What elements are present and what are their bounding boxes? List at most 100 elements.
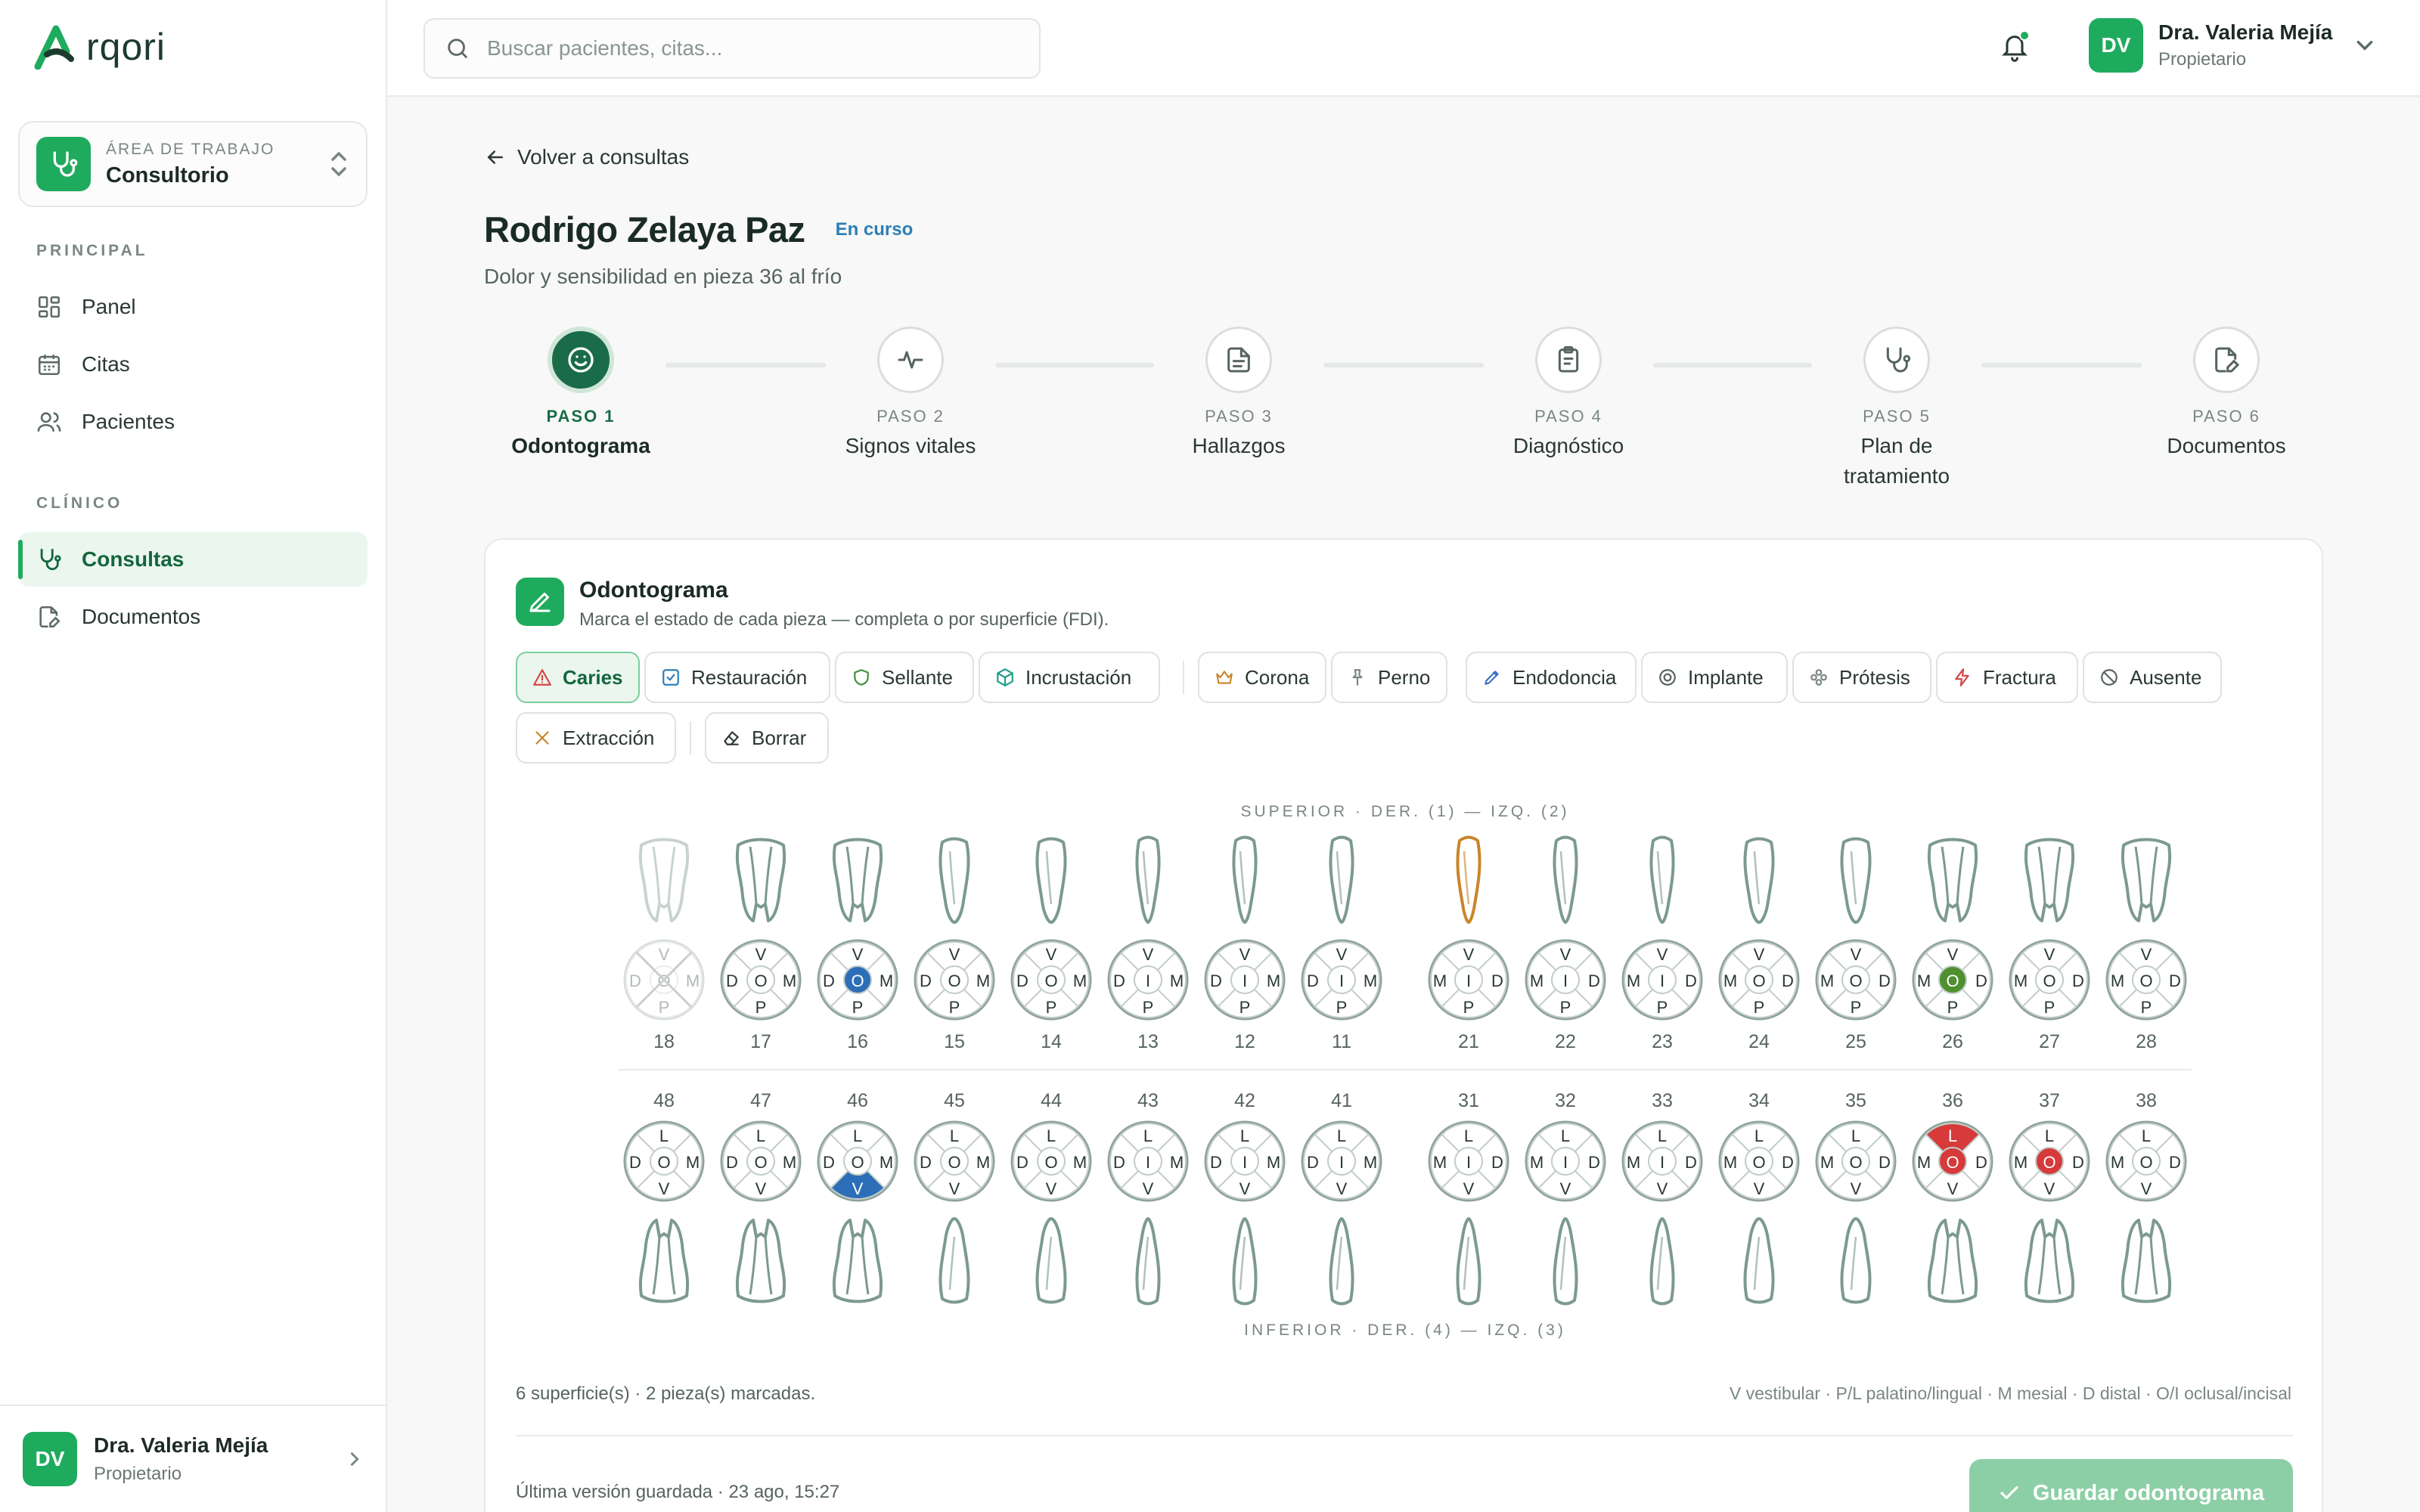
tooth-16-surfaces[interactable]: VD O MP (817, 939, 898, 1021)
surface-label: P (2044, 998, 2055, 1017)
tooth-11-surfaces[interactable]: VD I MP (1301, 939, 1382, 1021)
tooth-41-surfaces[interactable]: LD I MV (1301, 1120, 1382, 1202)
sidebar-item-label: Pacientes (82, 410, 175, 433)
tooth-44-surfaces[interactable]: LD O MV (1010, 1120, 1092, 1202)
surface-label: O (2043, 1153, 2055, 1172)
tooth-33-surfaces[interactable]: LM I DV (1621, 1120, 1703, 1202)
odontogram-chart: VDOMP18VDOMP17VDOMP16VDOMP15VDOMP14VDIMP… (623, 835, 2187, 1306)
tooth-13-surfaces[interactable]: VD I MP (1107, 939, 1189, 1021)
tooth-22-icon (1553, 835, 1578, 924)
tooth-number: 37 (2039, 1090, 2060, 1111)
surface-label: D (2169, 1153, 2181, 1172)
tooth-15-surfaces[interactable]: VD O MP (914, 939, 995, 1021)
surface-label: I (1660, 971, 1665, 990)
tooth-31-surfaces[interactable]: LM I DV (1428, 1120, 1509, 1202)
step-signos-vitales[interactable]: PASO 2 Signos vitales (797, 327, 1024, 461)
tooth-42-surfaces[interactable]: LD I MV (1204, 1120, 1286, 1202)
tooth-45-surfaces[interactable]: LD O MV (914, 1120, 995, 1202)
sidebar-item-panel[interactable]: Panel (18, 280, 368, 334)
tooth-34-surfaces[interactable]: LM O DV (1718, 1120, 1800, 1202)
back-link[interactable]: Volver a consultas (484, 145, 689, 169)
tooth-27-surfaces[interactable]: VM O DP (2009, 939, 2090, 1021)
surface-label: D (1782, 1153, 1794, 1172)
step-plan-tratamiento[interactable]: PASO 5 Plan de tratamiento (1783, 327, 2010, 491)
tooth-28-surfaces[interactable]: VM O DP (2105, 939, 2187, 1021)
tooth-43-surfaces[interactable]: LD I MV (1107, 1120, 1189, 1202)
tooth-number: 22 (1555, 1031, 1576, 1052)
surface-label: D (2169, 971, 2181, 990)
notifications-button[interactable] (2000, 30, 2030, 67)
tooth-37-surfaces[interactable]: LM O DV (2009, 1120, 2090, 1202)
tooth-47-surfaces[interactable]: LD O MV (720, 1120, 802, 1202)
surface-label: M (1917, 971, 1931, 990)
surface-label: D (823, 971, 835, 990)
header-user-menu[interactable]: DV Dra. Valeria Mejía Propietario (2089, 18, 2375, 73)
step-diagnostico[interactable]: PASO 4 Diagnóstico (1455, 327, 1682, 461)
workspace-switcher[interactable]: ÁREA DE TRABAJO Consultorio (18, 121, 368, 207)
tooth-number: 11 (1332, 1031, 1351, 1052)
surface-label: D (2072, 971, 2084, 990)
brand-mark-icon (34, 25, 74, 70)
step-odontograma[interactable]: PASO 1 Odontograma (467, 327, 694, 461)
tooth-12-surfaces[interactable]: VD I MP (1204, 939, 1286, 1021)
surface-label: P (1947, 998, 1959, 1017)
sidebar-user-menu[interactable]: DV Dra. Valeria Mejía Propietario (0, 1405, 386, 1512)
surface-label: O (948, 1153, 960, 1172)
brand-logo[interactable]: rqori (33, 24, 166, 70)
tooth-36-surfaces[interactable]: LM O DV (1912, 1120, 1993, 1202)
tooth-26-surfaces[interactable]: VM O DP (1912, 939, 1993, 1021)
surface-label: L (1851, 1126, 1860, 1145)
document-edit-icon (2215, 347, 2240, 373)
sidebar-item-consultas[interactable]: Consultas (18, 532, 368, 587)
tooth-46-surfaces[interactable]: LD O MV (817, 1120, 898, 1202)
tooth-35-surfaces[interactable]: LM O DV (1815, 1120, 1897, 1202)
tooth-26-icon (1927, 838, 1978, 922)
step-documentos[interactable]: PASO 6 Documentos (2113, 327, 2340, 461)
tooth-14-surfaces[interactable]: VD O MP (1010, 939, 1092, 1021)
tooth-number: 48 (653, 1090, 675, 1111)
surface-label: L (1337, 1126, 1346, 1145)
tooth-32-surfaces[interactable]: LM I DV (1525, 1120, 1606, 1202)
sidebar-item-documentos[interactable]: Documentos (18, 590, 368, 644)
surface-label: V (1754, 1179, 1765, 1198)
surface-label: P (1239, 998, 1251, 1017)
tooth-25-surfaces[interactable]: VM O DP (1815, 939, 1897, 1021)
step-title: Diagnóstico (1512, 434, 1624, 457)
search-box[interactable] (424, 18, 1041, 79)
surface-label: L (950, 1126, 959, 1145)
sidebar-item-citas[interactable]: Citas (18, 337, 368, 392)
tooth-23-surfaces[interactable]: VM I DP (1621, 939, 1703, 1021)
surface-label: M (1364, 971, 1377, 990)
save-odontogram-button[interactable]: Guardar odontograma (1969, 1459, 2293, 1512)
tooth-number: 31 (1458, 1090, 1479, 1111)
notification-dot (2019, 30, 2030, 41)
tooth-21-surfaces[interactable]: VM I DP (1428, 939, 1509, 1021)
surface-label: D (629, 1153, 641, 1172)
tooth-34-icon (1743, 1217, 1775, 1304)
tooth-24-surfaces[interactable]: VM O DP (1718, 939, 1800, 1021)
tooth-27-icon (2024, 838, 2075, 922)
surface-label: M (1170, 1153, 1184, 1172)
tooth-17-surfaces[interactable]: VD O MP (720, 939, 802, 1021)
surface-label: O (851, 971, 864, 990)
step-hallazgos[interactable]: PASO 3 Hallazgos (1125, 327, 1352, 461)
surface-label: M (2111, 971, 2124, 990)
sidebar-item-pacientes[interactable]: Pacientes (18, 395, 368, 449)
surface-label: L (1240, 1126, 1249, 1145)
tooth-48-surfaces[interactable]: LD O MV (623, 1120, 705, 1202)
surface-label: I (1146, 1153, 1150, 1172)
surface-label: M (1433, 1153, 1447, 1172)
arrow-left-icon (487, 150, 503, 164)
search-input[interactable] (487, 36, 1016, 60)
surface-label: O (1752, 971, 1765, 990)
surface-label: D (1879, 1153, 1891, 1172)
surface-label: M (976, 971, 990, 990)
tooth-18-surfaces[interactable]: VDOMP (623, 939, 705, 1021)
tooth-22-surfaces[interactable]: VM I DP (1525, 939, 1606, 1021)
tooth-38-surfaces[interactable]: LM O DV (2105, 1120, 2187, 1202)
surface-label: V (1143, 1179, 1154, 1198)
step-kicker: PASO 1 (546, 407, 616, 426)
surface-label: V (1046, 945, 1057, 964)
step-title: Hallazgos (1192, 434, 1286, 457)
surface-label: L (2045, 1126, 2054, 1145)
